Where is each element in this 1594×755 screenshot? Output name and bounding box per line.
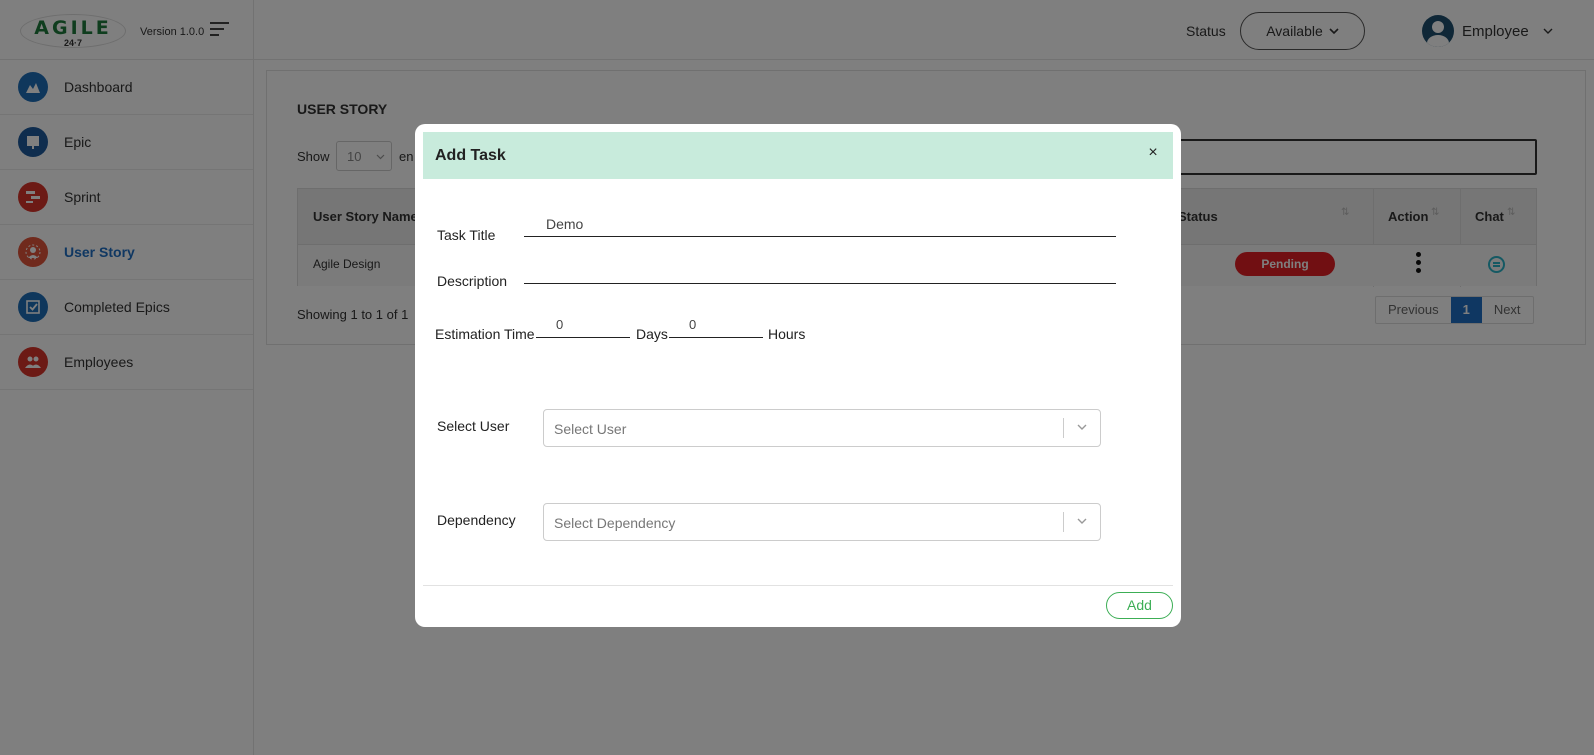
select-user-placeholder: Select User [554,421,627,437]
description-input[interactable] [524,258,1116,284]
close-icon[interactable]: × [1145,145,1161,161]
task-title-label: Task Title [437,227,496,243]
estimation-hours-input[interactable] [669,312,763,338]
select-user-dropdown[interactable]: Select User [543,409,1101,447]
estimation-time-label: Estimation Time [435,326,535,342]
days-label: Days [636,326,668,342]
dependency-label: Dependency [437,512,516,528]
modal-header: Add Task × [423,132,1173,179]
chevron-down-icon [1077,424,1087,430]
hours-label: Hours [768,326,806,342]
modal-title: Add Task [435,147,506,164]
select-separator [1063,512,1064,532]
modal-footer-divider [423,585,1173,586]
add-task-modal: Add Task × Task Title Description Estima… [415,124,1181,627]
select-user-label: Select User [437,418,510,434]
chevron-down-icon [1077,518,1087,524]
add-button[interactable]: Add [1106,592,1173,619]
description-label: Description [437,273,508,289]
select-dependency-placeholder: Select Dependency [554,515,676,531]
select-dependency-dropdown[interactable]: Select Dependency [543,503,1101,541]
task-title-input[interactable] [524,211,1116,237]
estimation-days-input[interactable] [536,312,630,338]
select-separator [1063,418,1064,438]
